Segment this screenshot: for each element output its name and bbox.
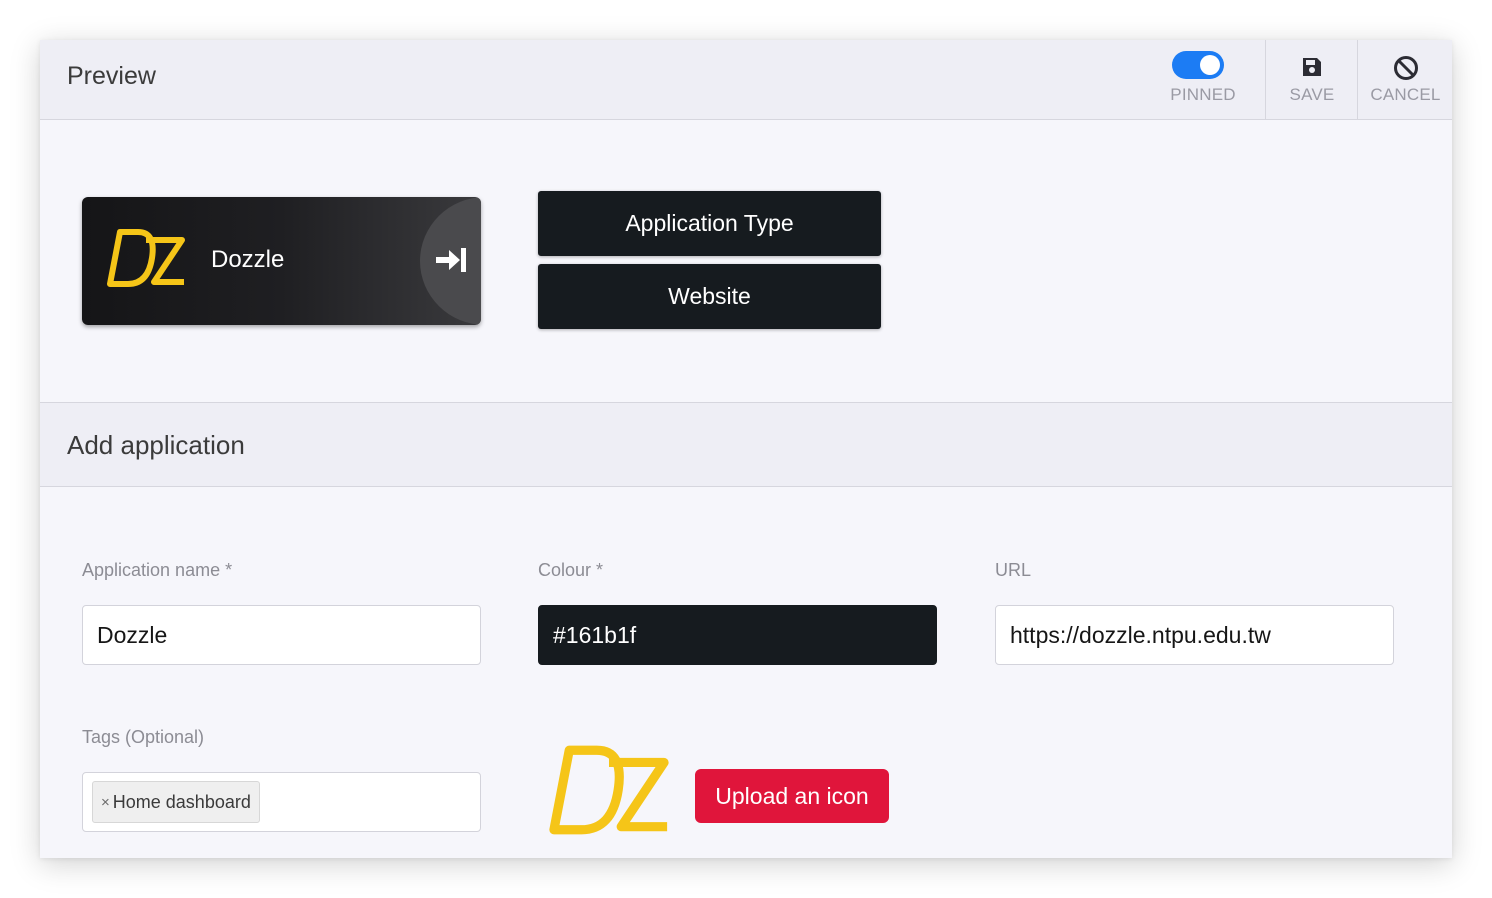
website-button[interactable]: Website bbox=[538, 264, 881, 329]
tags-input[interactable]: × Home dashboard bbox=[82, 772, 481, 832]
url-label: URL bbox=[995, 560, 1032, 580]
colour-input[interactable]: #161b1f bbox=[538, 605, 937, 665]
ban-icon bbox=[1393, 55, 1419, 86]
application-name-label: Application name * bbox=[82, 560, 233, 580]
add-application-header: Add application bbox=[40, 402, 1452, 487]
tile-app-name: Dozzle bbox=[211, 246, 285, 273]
save-label: SAVE bbox=[1289, 85, 1335, 104]
dozzle-logo-icon bbox=[546, 738, 672, 847]
application-type-button[interactable]: Application Type bbox=[538, 191, 881, 256]
save-button[interactable]: SAVE bbox=[1265, 40, 1358, 119]
pinned-label: PINNED bbox=[1170, 85, 1236, 104]
preview-header: Preview PINNED SAVE CANCEL bbox=[40, 40, 1452, 120]
tag-remove-icon[interactable]: × bbox=[101, 794, 110, 811]
pinned-toggle-switch[interactable] bbox=[1172, 51, 1224, 79]
arrow-to-right-icon[interactable] bbox=[434, 246, 468, 279]
colour-label: Colour * bbox=[538, 560, 604, 580]
preview-title: Preview bbox=[67, 62, 156, 90]
add-application-title: Add application bbox=[67, 430, 245, 460]
url-input[interactable]: https://dozzle.ntpu.edu.tw bbox=[995, 605, 1394, 665]
tags-label: Tags (Optional) bbox=[82, 727, 205, 747]
upload-icon-button[interactable]: Upload an icon bbox=[695, 769, 889, 823]
dozzle-logo-icon bbox=[106, 224, 186, 297]
cancel-label: CANCEL bbox=[1370, 85, 1441, 104]
tag-chip: × Home dashboard bbox=[92, 781, 260, 823]
app-window: Preview PINNED SAVE CANCEL Dozzle Applic… bbox=[40, 40, 1452, 858]
tag-chip-label: Home dashboard bbox=[112, 791, 251, 812]
floppy-disk-icon bbox=[1300, 55, 1324, 84]
toggle-knob bbox=[1200, 55, 1220, 75]
pinned-toggle-button[interactable]: PINNED bbox=[1158, 40, 1248, 119]
application-name-input[interactable]: Dozzle bbox=[82, 605, 481, 665]
cancel-button[interactable]: CANCEL bbox=[1357, 40, 1452, 119]
app-preview-tile[interactable]: Dozzle bbox=[82, 197, 481, 325]
